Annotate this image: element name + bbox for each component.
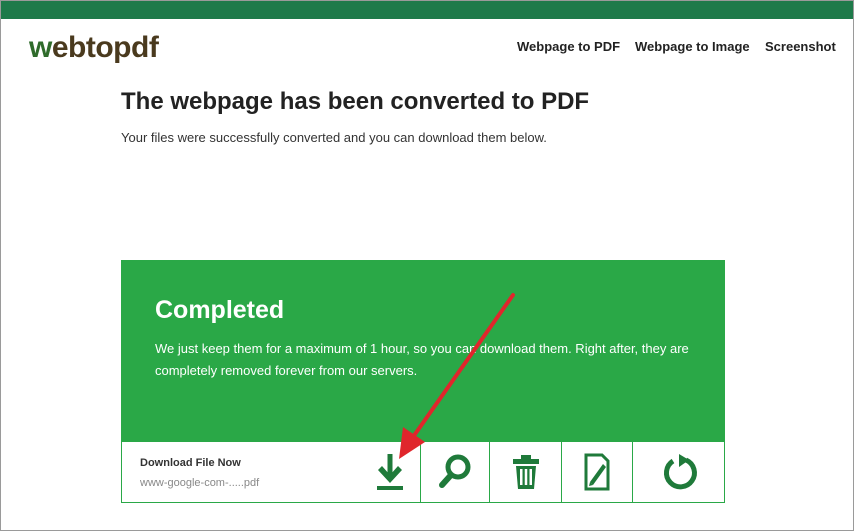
nav-webpage-to-pdf[interactable]: Webpage to PDF (517, 39, 620, 54)
logo-w: w (29, 31, 52, 64)
edit-file-icon (584, 453, 610, 491)
page-frame: webtopdf Webpage to PDF Webpage to Image… (0, 0, 854, 531)
download-button[interactable] (360, 442, 420, 502)
restart-icon (664, 454, 697, 490)
logo-rest: ebtopdf (51, 31, 159, 64)
completed-title: Completed (155, 296, 285, 324)
file-name: www-google-com-.....pdf (140, 477, 260, 489)
edit-file-button[interactable] (561, 442, 632, 502)
page-subtitle: Your files were successfully converted a… (121, 130, 547, 145)
search-icon (439, 454, 471, 488)
completed-banner: Completed We just keep them for a maximu… (121, 260, 725, 442)
delete-button[interactable] (489, 442, 561, 502)
download-label: Download File Now (140, 457, 241, 469)
preview-button[interactable] (420, 442, 489, 502)
restart-button[interactable] (632, 442, 725, 502)
completed-message: We just keep them for a maximum of 1 hou… (155, 341, 689, 378)
logo[interactable]: webtopdf (29, 31, 159, 65)
page-title: The webpage has been converted to PDF (121, 88, 590, 115)
top-bar (1, 1, 853, 19)
nav-webpage-to-image[interactable]: Webpage to Image (635, 39, 750, 54)
trash-icon (512, 455, 539, 489)
completed-card: Completed We just keep them for a maximu… (121, 260, 725, 504)
download-icon (377, 454, 403, 490)
download-bar: Download File Now www-google-com-.....pd… (121, 442, 725, 503)
nav-screenshot[interactable]: Screenshot (765, 39, 836, 54)
